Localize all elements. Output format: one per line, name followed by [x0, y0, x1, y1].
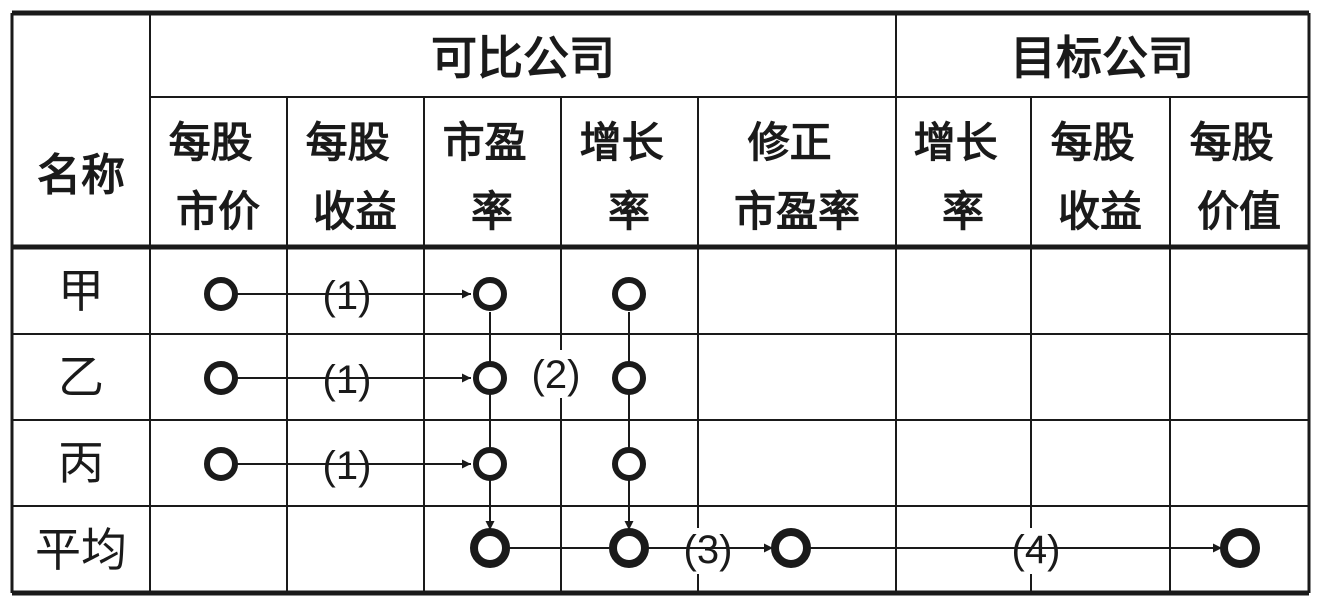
node-growth-yi: [612, 361, 646, 395]
node-adjusted-pe: [771, 528, 811, 568]
row-label-yi: 乙: [58, 350, 104, 404]
column-header-growth-rate: 增长 率: [580, 118, 679, 236]
table-grid: [10, 10, 1311, 596]
name-column-header: 名称: [37, 150, 125, 201]
step-label-1: (1): [323, 274, 372, 318]
node-growth-bing: [612, 447, 646, 481]
step-label-3: (3): [684, 528, 733, 572]
row-label-bing: 丙: [58, 436, 104, 490]
nodes: [204, 277, 1260, 568]
step-label-1: (1): [323, 358, 372, 402]
column-header-adjusted-pe: 修正 市盈率: [734, 118, 860, 236]
valuation-flow-diagram: 可比公司 目标公司 名称 每股 市价 每股 收益 市盈 率 增长 率 修正 市盈…: [10, 10, 1311, 596]
node-pe-bing: [473, 447, 507, 481]
row-label-average: 平均: [35, 523, 127, 577]
column-header-target-eps: 每股 收益: [1051, 118, 1150, 236]
step-label-2: (2): [532, 353, 581, 397]
column-header-target-growth-rate: 增长 率: [914, 118, 1013, 236]
comparable-companies-header: 可比公司: [431, 31, 615, 85]
node-pe-yi: [473, 361, 507, 395]
row-label-jia: 甲: [58, 264, 104, 318]
column-header-pe-ratio: 市盈 率: [443, 118, 542, 236]
node-share-price-yi: [204, 361, 238, 395]
target-company-header: 目标公司: [1010, 31, 1194, 85]
node-share-price-bing: [204, 447, 238, 481]
node-pe-jia: [473, 277, 507, 311]
step-label-4: (4): [1012, 528, 1061, 572]
node-value-per-share: [1220, 528, 1260, 568]
column-header-share-price: 每股 市价: [169, 118, 268, 236]
step-label-1: (1): [323, 444, 372, 488]
node-pe-average: [470, 528, 510, 568]
header: 可比公司 目标公司 名称 每股 市价 每股 收益 市盈 率 增长 率 修正 市盈…: [37, 31, 1289, 236]
node-share-price-jia: [204, 277, 238, 311]
node-growth-jia: [612, 277, 646, 311]
column-header-eps: 每股 收益: [306, 118, 405, 236]
step-labels: (1) (1) (1) (2) (3) (4): [323, 274, 1061, 572]
node-growth-average: [609, 528, 649, 568]
column-header-value-per-share: 每股 价值: [1190, 118, 1289, 236]
